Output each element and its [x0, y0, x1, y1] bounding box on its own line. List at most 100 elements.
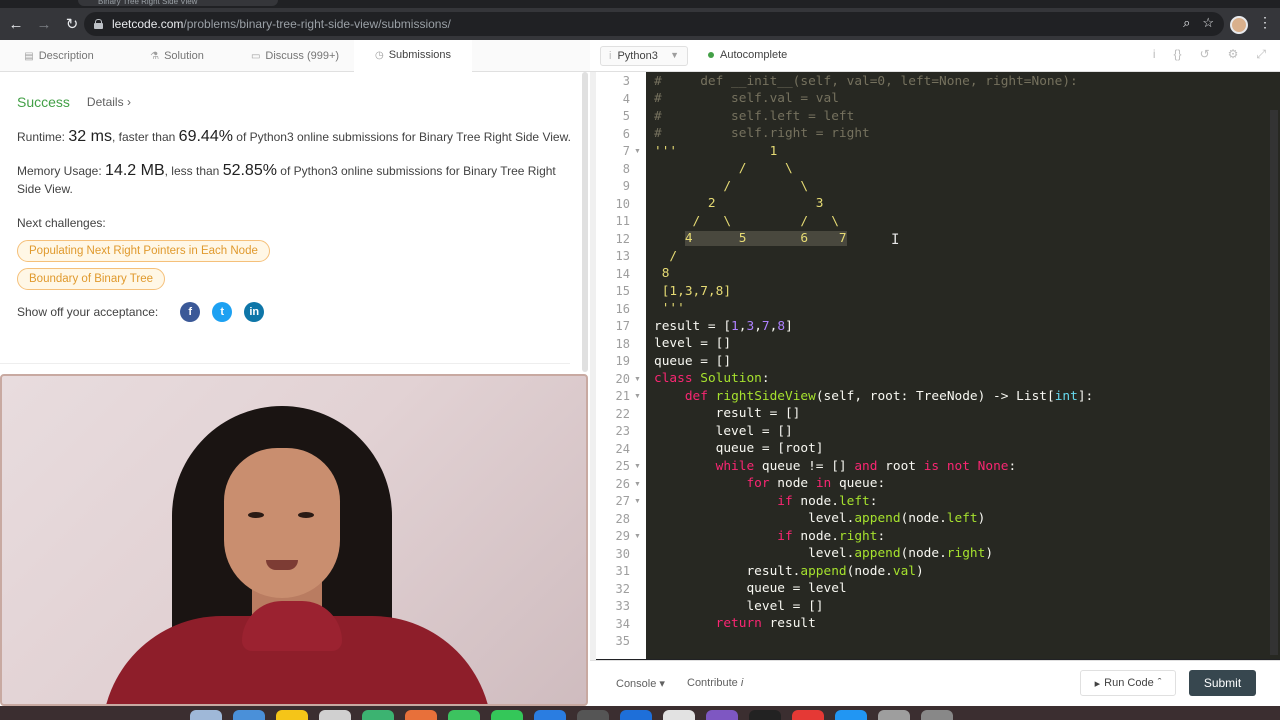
- code-line[interactable]: # self.right = right: [654, 125, 870, 143]
- code-line[interactable]: result = [1,3,7,8]: [654, 318, 793, 336]
- code-line[interactable]: / \: [654, 160, 793, 178]
- dock-app-icon[interactable]: [878, 710, 910, 720]
- dock-app-icon[interactable]: [749, 710, 781, 720]
- star-icon[interactable]: ☆: [1202, 15, 1214, 31]
- contribute-link[interactable]: Contribute i: [687, 677, 743, 689]
- details-link[interactable]: Details ›: [87, 95, 131, 109]
- code-line[interactable]: 4 5 6 7: [654, 230, 847, 248]
- code-line[interactable]: level.append(node.left): [654, 510, 985, 528]
- dock-app-icon[interactable]: [405, 710, 437, 720]
- language-select[interactable]: i Python3 ▼: [600, 46, 688, 66]
- dock-app-icon[interactable]: [233, 710, 265, 720]
- dock-app-icon[interactable]: [448, 710, 480, 720]
- code-line[interactable]: # self.val = val: [654, 90, 839, 108]
- submit-button[interactable]: Submit: [1189, 670, 1256, 696]
- challenge-chip[interactable]: Populating Next Right Pointers in Each N…: [17, 240, 270, 262]
- fold-caret-icon[interactable]: ▼: [634, 463, 641, 470]
- back-icon[interactable]: ←: [4, 12, 28, 36]
- code-line[interactable]: queue = []: [654, 353, 731, 371]
- code-line[interactable]: if node.right:: [654, 528, 885, 546]
- profile-avatar[interactable]: [1230, 16, 1248, 34]
- tab-strip: Binary Tree Right Side View: [0, 0, 1280, 8]
- browser-menu-icon[interactable]: ⋮: [1258, 14, 1272, 31]
- code-line[interactable]: class Solution:: [654, 370, 770, 388]
- code-line[interactable]: ''': [654, 300, 685, 318]
- language-value: Python3: [617, 50, 658, 62]
- fullscreen-icon[interactable]: ⤢: [1256, 47, 1266, 62]
- code-line[interactable]: result.append(node.val): [654, 563, 923, 581]
- code-line[interactable]: queue = [root]: [654, 440, 824, 458]
- dock-app-icon[interactable]: [620, 710, 652, 720]
- code-line[interactable]: / \ / \: [654, 213, 839, 231]
- dock-app-icon[interactable]: [921, 710, 953, 720]
- line-number: 27: [615, 494, 630, 508]
- code-line[interactable]: [1,3,7,8]: [654, 283, 731, 301]
- autocomplete-toggle[interactable]: Autocomplete: [708, 49, 787, 61]
- code-line[interactable]: / \: [654, 178, 808, 196]
- runtime-percentile: 69.44%: [178, 128, 233, 145]
- linkedin-icon[interactable]: in: [244, 302, 265, 322]
- fold-caret-icon[interactable]: ▼: [634, 376, 641, 383]
- code-line[interactable]: level = []: [654, 423, 793, 441]
- dock-app-icon[interactable]: [534, 710, 566, 720]
- fold-caret-icon[interactable]: ▼: [634, 393, 641, 400]
- fold-caret-icon[interactable]: ▼: [634, 481, 641, 488]
- code-line[interactable]: queue = level: [654, 580, 846, 598]
- code-editor[interactable]: # def __init__(self, val=0, left=None, r…: [646, 72, 1280, 659]
- code-line[interactable]: ''' 1: [654, 143, 777, 161]
- line-number: 11: [615, 214, 630, 228]
- dock-app-icon[interactable]: [835, 710, 867, 720]
- reset-icon[interactable]: ↺: [1200, 47, 1210, 62]
- dock-app-icon[interactable]: [792, 710, 824, 720]
- left-scrollbar[interactable]: [582, 72, 588, 372]
- code-line[interactable]: 8: [654, 265, 670, 283]
- run-code-button[interactable]: ▸ Run Code ˆ: [1080, 670, 1176, 696]
- fold-caret-icon[interactable]: ▼: [634, 533, 641, 540]
- editor-scrollbar[interactable]: [1270, 110, 1278, 655]
- code-line[interactable]: level.append(node.right): [654, 545, 993, 563]
- dock-app-icon[interactable]: [190, 710, 222, 720]
- code-line[interactable]: for node in queue:: [654, 475, 885, 493]
- dock-app-icon[interactable]: [276, 710, 308, 720]
- dock-app-icon[interactable]: [663, 710, 695, 720]
- dock-app-icon[interactable]: [362, 710, 394, 720]
- code-line[interactable]: def rightSideView(self, root: TreeNode) …: [654, 388, 1093, 406]
- line-number: 31: [615, 564, 630, 578]
- tab-submissions[interactable]: ◷ Submissions: [354, 40, 472, 72]
- line-number: 30: [615, 546, 630, 561]
- dock-app-icon[interactable]: [706, 710, 738, 720]
- dock-app-icon[interactable]: [577, 710, 609, 720]
- code-line[interactable]: result = []: [654, 405, 801, 423]
- settings-icon[interactable]: ⚙: [1228, 47, 1239, 62]
- reload-icon[interactable]: ↻: [60, 12, 84, 36]
- facebook-icon[interactable]: f: [180, 302, 201, 322]
- code-line[interactable]: # def __init__(self, val=0, left=None, r…: [654, 73, 1078, 91]
- code-line[interactable]: return result: [654, 615, 816, 633]
- tab-description[interactable]: ▤ Description: [0, 40, 118, 72]
- address-bar[interactable]: leetcode.com /problems/binary-tree-right…: [84, 12, 1224, 36]
- tab-solution[interactable]: ⚗ Solution: [118, 40, 236, 72]
- code-line[interactable]: while queue != [] and root is not None:: [654, 458, 1017, 476]
- browser-tab[interactable]: Binary Tree Right Side View: [78, 0, 278, 6]
- braces-icon[interactable]: {}: [1174, 47, 1182, 62]
- line-number: 15: [615, 284, 630, 298]
- zoom-icon[interactable]: ⌕: [1183, 15, 1190, 31]
- info-icon[interactable]: i: [1153, 47, 1156, 62]
- dock-app-icon[interactable]: [319, 710, 351, 720]
- code-line[interactable]: # self.left = left: [654, 108, 854, 126]
- line-number: 6: [622, 126, 630, 141]
- code-line[interactable]: /: [654, 248, 677, 266]
- dock-app-icon[interactable]: [491, 710, 523, 720]
- fold-caret-icon[interactable]: ▼: [634, 148, 641, 155]
- challenge-chip[interactable]: Boundary of Binary Tree: [17, 268, 166, 290]
- forward-icon[interactable]: →: [32, 12, 56, 36]
- code-line[interactable]: 2 3: [654, 195, 824, 213]
- code-line[interactable]: level = []: [654, 598, 823, 616]
- fold-caret-icon[interactable]: ▼: [634, 498, 641, 505]
- code-line[interactable]: level = []: [654, 335, 731, 353]
- screen: Binary Tree Right Side View ← → ↻ leetco…: [0, 0, 1280, 720]
- tab-discuss[interactable]: ▭ Discuss (999+): [236, 40, 354, 72]
- code-line[interactable]: if node.left:: [654, 493, 877, 511]
- console-toggle[interactable]: Console ▾: [616, 677, 665, 690]
- twitter-icon[interactable]: t: [212, 302, 233, 322]
